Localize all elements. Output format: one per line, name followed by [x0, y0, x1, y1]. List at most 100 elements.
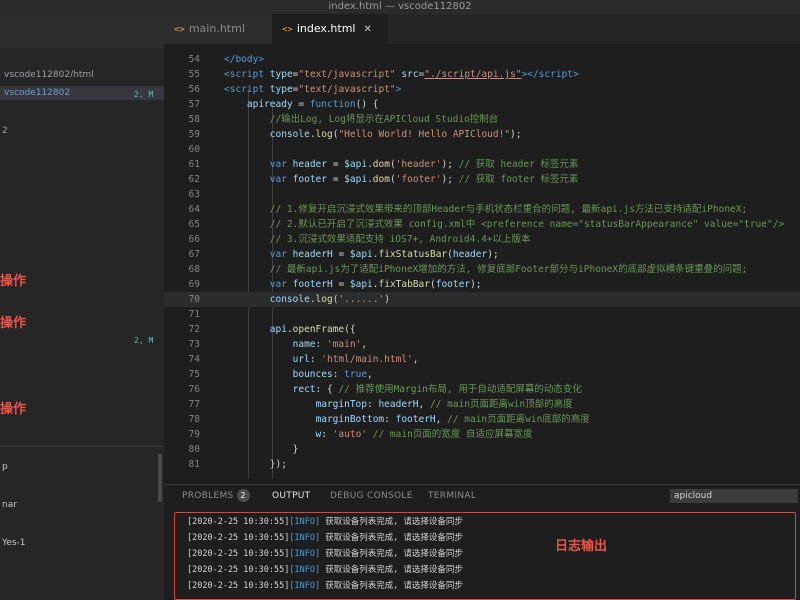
code-line[interactable]: 68 // 最新api.js为了适配iPhoneX增加的方法, 修复底部Foot… [164, 262, 800, 277]
log-output-annotation: 日志输出 [555, 539, 608, 554]
code-text: // 2.默认已开启了沉浸式效果 config.xml中 <preference… [269, 219, 785, 230]
code-line[interactable]: 77 marginTop: headerH, // main页面距离win顶部的… [164, 397, 800, 412]
code-line[interactable]: 64 // 1.修复开启沉浸式效果带来的顶部Header与手机状态栏重合的问题,… [164, 202, 800, 217]
log-line: [2020-2-25 10:30:55][INFO] 获取设备列表完成, 请选择… [187, 531, 463, 546]
code-line[interactable]: 76 rect: { // 推荐使用Margin布局, 用于自动适配屏幕的动态变… [164, 382, 800, 397]
outline-item-2[interactable]: nar [2, 500, 17, 510]
line-number: 74 [188, 354, 200, 365]
code-text: marginTop: headerH, // main页面距离win顶部的高度 [315, 399, 573, 410]
log-message: 获取设备列表完成, 请选择设备同步 [320, 581, 463, 591]
tab-terminal[interactable]: TERMINAL [428, 485, 476, 507]
line-number: 61 [188, 159, 200, 170]
selected-item-label[interactable]: vscode112802 [4, 88, 70, 98]
html-file-icon: <> [174, 25, 185, 35]
code-line[interactable]: 60 [164, 142, 800, 157]
log-level: [INFO] [289, 581, 321, 591]
line-number: 60 [188, 144, 200, 155]
tab-output[interactable]: OUTPUT [272, 485, 311, 508]
code-text: w: 'auto' // main页面的宽度 自适应屏幕宽度 [315, 429, 533, 440]
log-message: 获取设备列表完成, 请选择设备同步 [320, 565, 463, 575]
output-panel: 日志输出 [2020-2-25 10:30:55][INFO] 获取设备列表完成… [164, 506, 800, 600]
explorer-sidebar: vscode112802/html vscode112802 2, M 2 操作… [0, 14, 164, 600]
code-line[interactable]: 59 console.log("Hello World! Hello APICl… [164, 127, 800, 142]
close-icon[interactable]: ✕ [364, 24, 372, 35]
code-text: }); [224, 459, 287, 470]
sidebar-header [0, 14, 164, 48]
code-line[interactable]: 75 bounces: true, [164, 367, 800, 382]
code-line[interactable]: 65 // 2.默认已开启了沉浸式效果 config.xml中 <prefere… [164, 217, 800, 232]
sidebar-divider [0, 446, 164, 447]
tab-debug-console[interactable]: DEBUG CONSOLE [330, 485, 413, 507]
tab-problems-label: PROBLEMS [182, 491, 234, 501]
log-level: [INFO] [289, 549, 321, 559]
code-line[interactable]: 71 [164, 307, 800, 322]
annotation-3: 操作 [0, 402, 27, 417]
line-number: 63 [188, 189, 200, 200]
annotation-2: 操作 [0, 316, 27, 331]
log-timestamp: [2020-2-25 10:30:55] [187, 533, 290, 543]
code-text: // 最新api.js为了适配iPhoneX增加的方法, 修复底部Footer部… [269, 264, 748, 275]
code-text: <script type="text/javascript" src="./sc… [224, 69, 579, 80]
output-channel-select[interactable]: apicloud [670, 489, 798, 503]
line-number: 57 [188, 99, 200, 110]
code-line[interactable]: 61 var header = $api.dom('header'); // 获… [164, 157, 800, 172]
code-text: rect: { // 推荐使用Margin布局, 用于自动适配屏幕的动态变化 [292, 384, 582, 395]
code-line[interactable]: 57 apiready = function() { [164, 97, 800, 112]
line-number: 64 [188, 204, 200, 215]
code-text: var headerH = $api.fixStatusBar(header); [269, 249, 499, 260]
code-line[interactable]: 56 <script type="text/javascript"> [164, 82, 800, 97]
log-timestamp: [2020-2-25 10:30:55] [187, 517, 290, 527]
code-line[interactable]: 73 name: 'main', [164, 337, 800, 352]
project-folder[interactable]: vscode112802/html [4, 70, 94, 80]
editor-tab-bar: <> main.html <> index.html ✕ [164, 14, 800, 44]
line-number: 58 [188, 114, 200, 125]
code-text: //输出Log, Log将显示在APICloud Studio控制台 [269, 114, 499, 125]
line-number: 55 [188, 69, 200, 80]
log-highlight-box: 日志输出 [2020-2-25 10:30:55][INFO] 获取设备列表完成… [174, 512, 796, 600]
line-number: 69 [188, 279, 200, 290]
code-line[interactable]: 62 var footer = $api.dom('footer'); // 获… [164, 172, 800, 187]
line-number: 68 [188, 264, 200, 275]
line-number: 76 [188, 384, 200, 395]
outline-item-1[interactable]: p [2, 462, 8, 472]
line-number: 67 [188, 249, 200, 260]
code-text: </body> [224, 54, 265, 65]
code-text: marginBottom: footerH, // main页面距离win底部的… [315, 414, 590, 425]
code-line[interactable]: 69 var footerH = $api.fixTabBar(footer); [164, 277, 800, 292]
line-number: 70 [188, 294, 200, 305]
code-line[interactable]: 55 <script type="text/javascript" src="./… [164, 67, 800, 82]
code-text: console.log('......') [269, 294, 390, 305]
panel-tab-bar: PROBLEMS 2 OUTPUT DEBUG CONSOLE TERMINAL … [164, 484, 800, 508]
code-text: bounces: true, [292, 369, 373, 380]
code-line[interactable]: 74 url: 'html/main.html', [164, 352, 800, 367]
log-line: [2020-2-25 10:30:55][INFO] 获取设备列表完成, 请选择… [187, 579, 463, 594]
code-line[interactable]: 54 </body> [164, 52, 800, 67]
window-title: index.html — vscode112802 [0, 0, 800, 14]
code-line[interactable]: 63 [164, 187, 800, 202]
code-line[interactable]: 81 }); [164, 457, 800, 472]
code-line[interactable]: 66 // 3.沉浸式效果适配支持 iOS7+, Android4.4+以上版本 [164, 232, 800, 247]
line-number: 80 [188, 444, 200, 455]
html-file-icon: <> [282, 25, 293, 35]
tab-index-html[interactable]: <> index.html ✕ [272, 14, 388, 44]
outline-item-3[interactable]: Yes-1 [2, 538, 26, 548]
log-message: 获取设备列表完成, 请选择设备同步 [320, 549, 463, 559]
code-line[interactable]: 70 console.log('......') [164, 292, 800, 307]
code-text: url: 'html/main.html', [292, 354, 419, 365]
code-line[interactable]: 79 w: 'auto' // main页面的宽度 自适应屏幕宽度 [164, 427, 800, 442]
git-status-badge: 2, M [134, 90, 154, 99]
line-number: 66 [188, 234, 200, 245]
line-number: 59 [188, 129, 200, 140]
code-text: console.log("Hello World! Hello APICloud… [269, 129, 522, 140]
code-editor[interactable]: 54 </body> 55 <script type="text/javascript… [164, 44, 800, 484]
code-line[interactable]: 80 } [164, 442, 800, 457]
code-line[interactable]: 67 var headerH = $api.fixStatusBar(heade… [164, 247, 800, 262]
code-line[interactable]: 72 api.openFrame({ [164, 322, 800, 337]
sidebar-scrollbar[interactable] [158, 454, 162, 502]
code-line[interactable]: 58 //输出Log, Log将显示在APICloud Studio控制台 [164, 112, 800, 127]
code-line[interactable]: 78 marginBottom: footerH, // main页面距离win… [164, 412, 800, 427]
tab-problems[interactable]: PROBLEMS 2 [182, 485, 250, 507]
line-number: 81 [188, 459, 200, 470]
tab-main-html[interactable]: <> main.html [164, 14, 284, 44]
code-text: var footerH = $api.fixTabBar(footer); [269, 279, 482, 290]
